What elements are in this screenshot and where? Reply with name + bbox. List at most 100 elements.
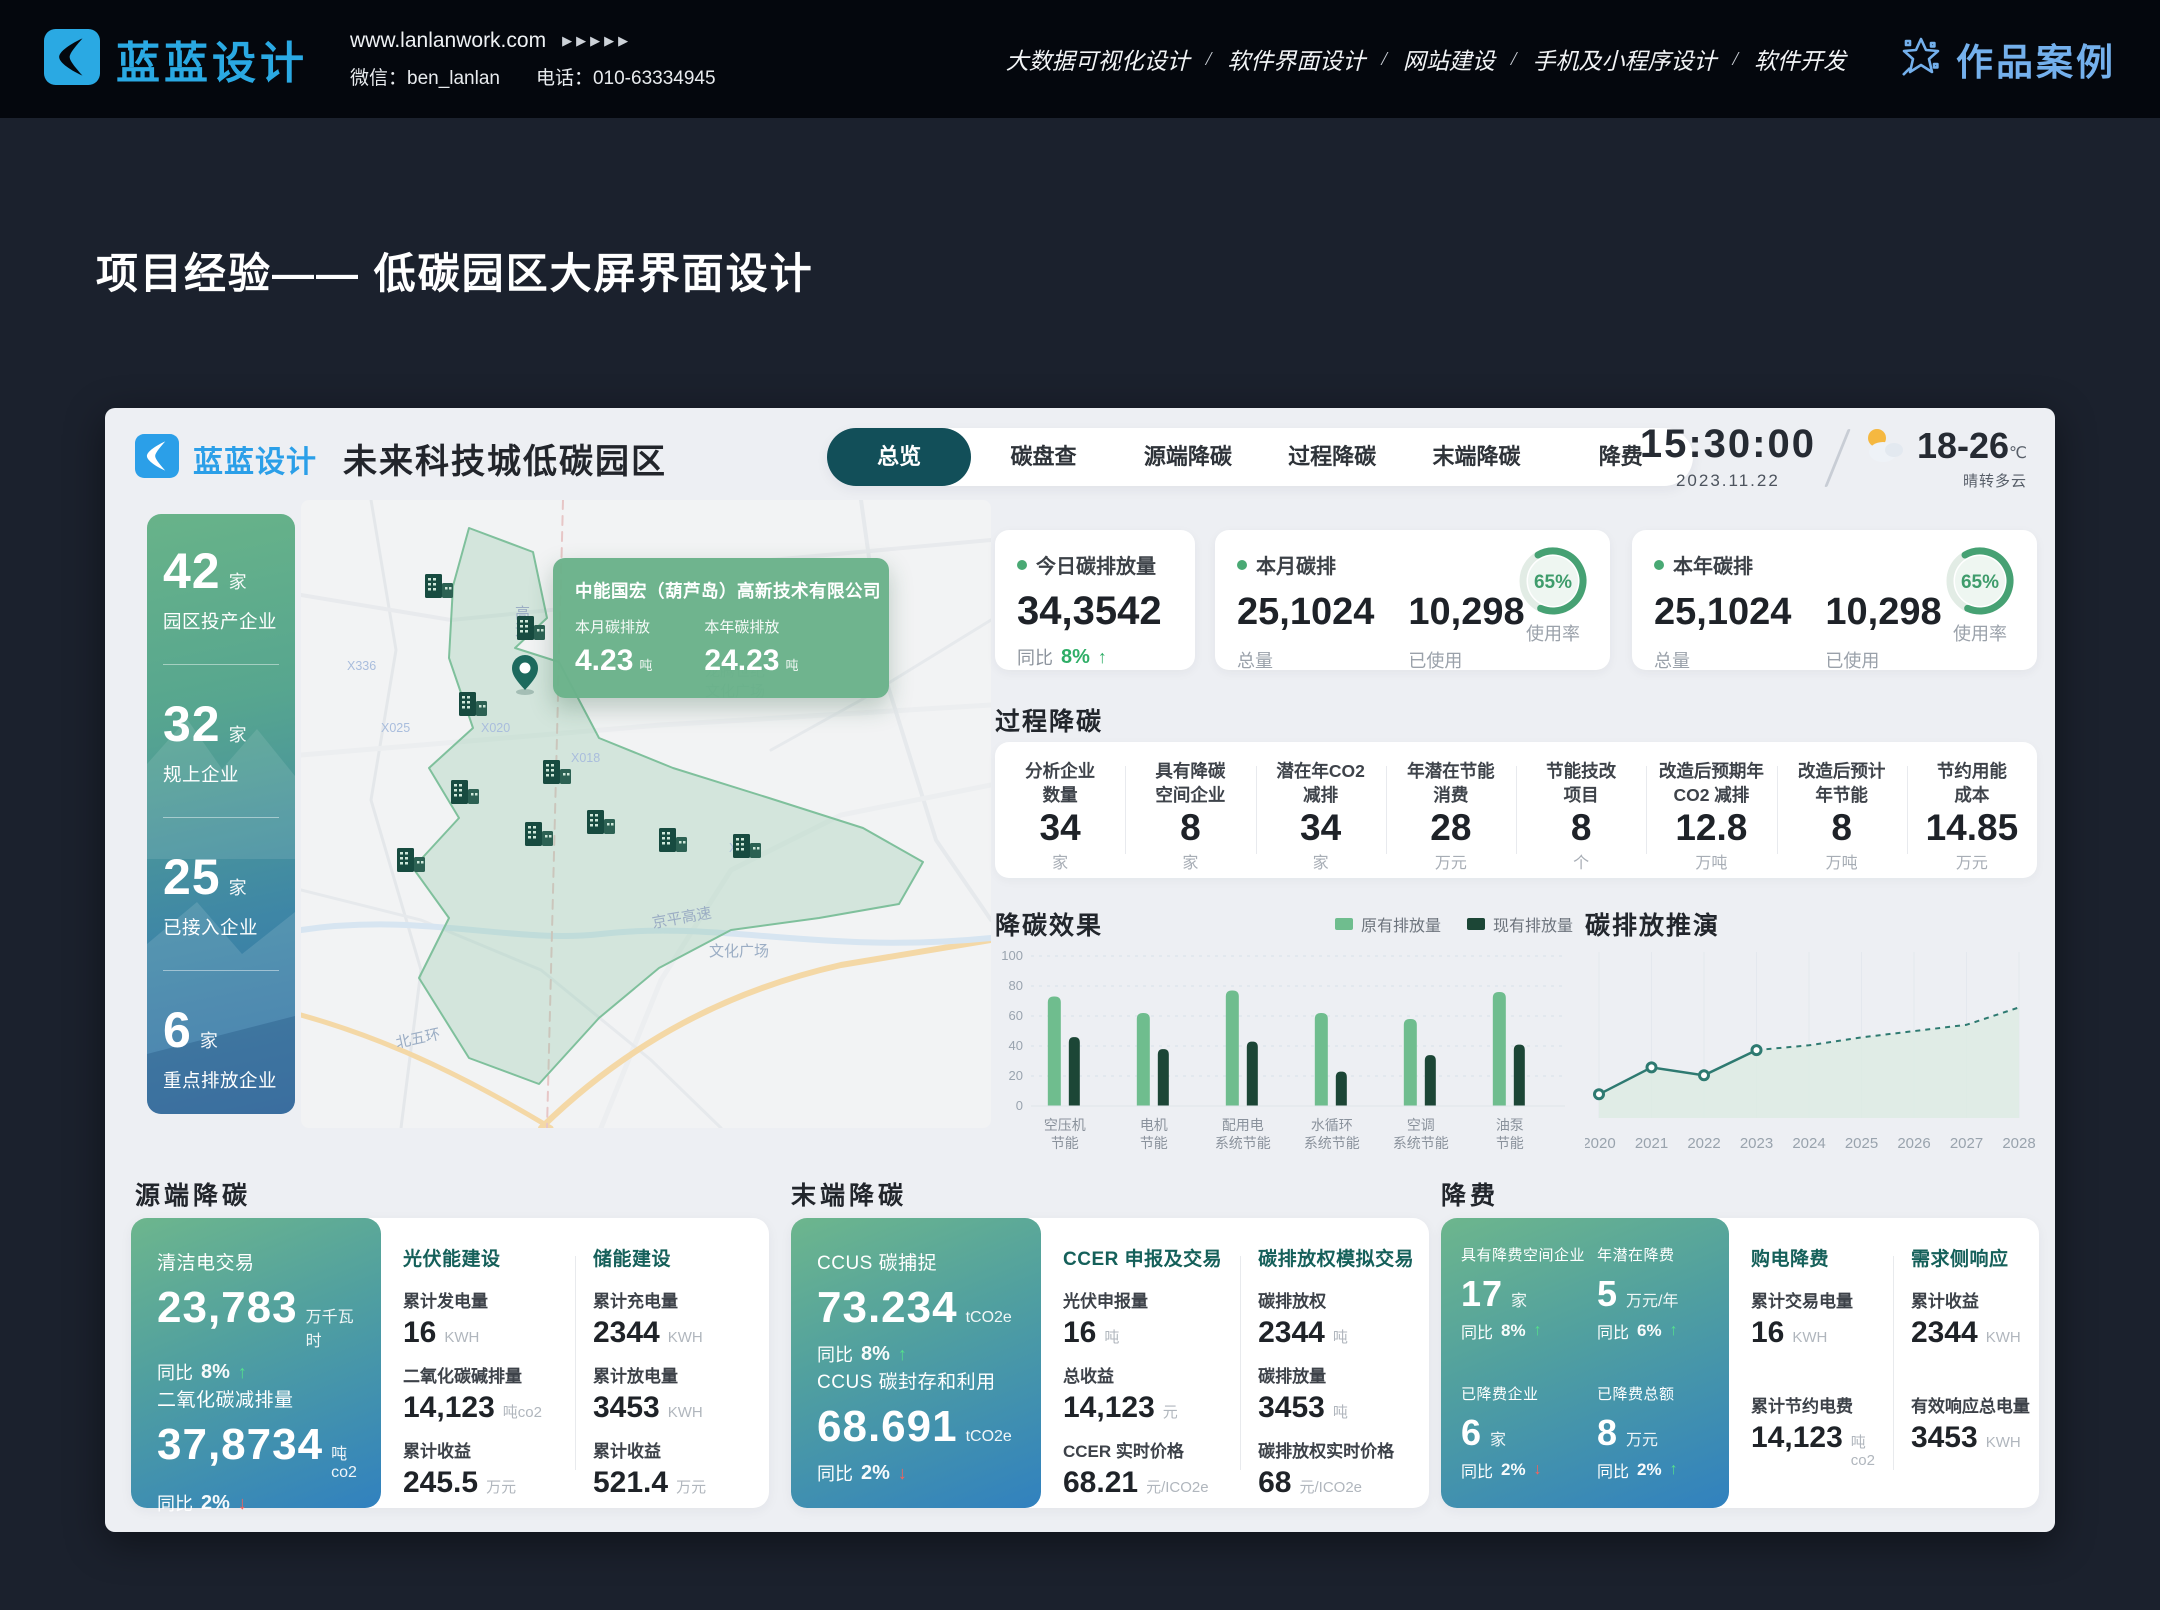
metric-column: 光伏能建设 累计发电量 16KWH 二氧化碳碱排量 14,123吨co2 累计收… <box>385 1244 575 1482</box>
metric-unit: tCO2e <box>966 1428 1012 1446</box>
portfolio-label[interactable]: 作品案例 <box>1956 32 2116 86</box>
trend-arrow-icon: ↓ <box>898 1463 907 1484</box>
metric-unit: 吨 <box>639 655 652 674</box>
nav-tabs: 总览碳盘查源端降碳过程降碳末端降碳降费 <box>827 428 1693 486</box>
metric-item: 累计交易电量 16KWH <box>1751 1287 1875 1350</box>
metric-value: 68.21 <box>1063 1466 1138 1500</box>
metric-label: 累计发电量 <box>403 1287 557 1312</box>
kpi-card-month-emission: 本月碳排 25,1024总量 10,298已使用 65%使用率 <box>1215 530 1610 670</box>
tooltip-metric: 本月碳排放 4.23吨 <box>575 616 652 678</box>
nav-tab-0[interactable]: 总览 <box>827 428 971 486</box>
metric-item: 累计发电量 16KWH <box>403 1287 557 1350</box>
metric-label: 累计收益 <box>403 1437 557 1462</box>
portfolio-link[interactable]: 作品案例 <box>1898 32 2116 86</box>
metric-item: CCER 实时价格 68.21元/ICO2e <box>1063 1437 1222 1500</box>
top-header-bar: 蓝蓝设计 www.lanlanwork.com ▶▶▶▶▶ 微信：ben_lan… <box>0 0 2160 118</box>
kpi-usage-rate: 65%使用率 <box>1941 542 2019 646</box>
metric-label: 本月碳排放 <box>575 616 652 637</box>
clock-weather-block: 15:30:00 2023.11.22 18-26℃ 晴转多云 <box>1640 424 2027 491</box>
line-chart-title: 碳排放推演 <box>1585 906 1720 942</box>
metric-column: 购电降费 累计交易电量 16KWH 累计节约电费 14,123吨co2 <box>1733 1244 1893 1482</box>
metric-label: 具有降费空间企业 <box>1461 1244 1585 1265</box>
metric-item: 碳排放权实时价格 68元/ICO2e <box>1258 1437 1414 1500</box>
nav-tab-4[interactable]: 末端降碳 <box>1404 428 1548 486</box>
metric-unit: KWH <box>668 1404 703 1421</box>
nav-tab-1[interactable]: 碳盘查 <box>971 428 1115 486</box>
stat-unit: 万元 <box>1435 849 1467 873</box>
park-map[interactable]: 龙腾世纪文化广场高速X336X025X020X018X318京平高速文化广场北五… <box>301 500 991 1128</box>
metric-label: 有效响应总电量 <box>1911 1392 2030 1417</box>
svg-text:80: 80 <box>1009 978 1023 993</box>
sun-cloud-icon <box>1859 424 1907 475</box>
separator: / <box>1381 48 1387 71</box>
dashboard-title: 未来科技城低碳园区 <box>343 434 667 483</box>
svg-text:油泵: 油泵 <box>1496 1117 1524 1133</box>
separator: / <box>1511 48 1517 71</box>
dashboard-brand-name: 蓝蓝设计 <box>193 437 317 481</box>
metric-label: 累计收益 <box>593 1437 747 1462</box>
nav-tab-2[interactable]: 源端降碳 <box>1116 428 1260 486</box>
stat-label: 潜在年CO2减排 <box>1276 760 1364 807</box>
svg-text:20: 20 <box>1009 1068 1023 1083</box>
metric-item: 累计节约电费 14,123吨co2 <box>1751 1392 1875 1469</box>
stat-value: 34 <box>1040 807 1081 849</box>
stat-unit: 家 <box>1313 849 1329 873</box>
metric-label: 年潜在降费 <box>1597 1244 1709 1265</box>
process-stat: 具有降碳空间企业 8 家 <box>1125 758 1255 862</box>
usage-donut: 65% <box>1514 542 1592 620</box>
dashboard-logo-icon <box>135 434 179 483</box>
hero-metric: 二氧化碳减排量 37,8734吨co2 同比2%↓ <box>157 1385 355 1516</box>
metric-unit: 万元/年 <box>1626 1287 1678 1311</box>
metric-label: 已降费企业 <box>1461 1383 1585 1404</box>
process-stat: 节约用能成本 14.85 万元 <box>1907 758 2037 862</box>
status-dot <box>1017 560 1027 570</box>
column-title: 碳排放权模拟交易 <box>1258 1244 1414 1271</box>
stat-value: 8 <box>1571 807 1592 849</box>
process-stat: 改造后预期年CO2 减排 12.8 万吨 <box>1646 758 1776 862</box>
svg-text:水循环: 水循环 <box>1311 1117 1353 1133</box>
metric-unit: 元/ICO2e <box>1300 1476 1363 1497</box>
source-hero-card: 清洁电交易 23,783万千瓦时 同比8%↑二氧化碳减排量 37,8734吨co… <box>131 1218 381 1508</box>
metric-unit: 吨 <box>785 655 798 674</box>
website-link[interactable]: www.lanlanwork.com <box>350 29 546 53</box>
metric-label: 碳排放权实时价格 <box>1258 1437 1414 1462</box>
stat-label: 改造后预期年CO2 减排 <box>1659 760 1764 807</box>
metric-item: 光伏申报量 16吨 <box>1063 1287 1222 1350</box>
metric-item: 总收益 14,123元 <box>1063 1362 1222 1425</box>
metric-value: 24.23 <box>704 644 779 678</box>
source-reduction-card: 清洁电交易 23,783万千瓦时 同比8%↑二氧化碳减排量 37,8734吨co… <box>131 1218 769 1508</box>
metric-column: CCER 申报及交易 光伏申报量 16吨 总收益 14,123元 CCER 实时… <box>1045 1244 1240 1482</box>
metric-value: 68.691 <box>817 1402 958 1452</box>
kpi-value: 34,3542 <box>1017 589 1173 634</box>
metric-unit: 家 <box>1511 1287 1527 1311</box>
metric-value: 37,8734 <box>157 1420 323 1470</box>
svg-text:2025: 2025 <box>1845 1135 1878 1152</box>
metric-label: CCER 实时价格 <box>1063 1437 1222 1462</box>
dashboard-screenshot: 蓝蓝设计 未来科技城低碳园区 总览碳盘查源端降碳过程降碳末端降碳降费 15:30… <box>105 408 2055 1532</box>
stat-unit: 个 <box>1573 849 1589 873</box>
svg-text:40: 40 <box>1009 1038 1023 1053</box>
metric-unit: 吨 <box>1104 1326 1119 1347</box>
lanlan-logo[interactable]: 蓝蓝设计 <box>44 27 308 91</box>
metric-unit: 家 <box>1490 1426 1506 1450</box>
metric-item: 累计收益 521.4万元 <box>593 1437 747 1500</box>
kpi-stat-used: 10,298已使用 <box>1825 591 1941 673</box>
metric-label: 累计交易电量 <box>1751 1287 1875 1312</box>
stat-value: 8 <box>1180 807 1201 849</box>
stat-label: 年潜在节能消费 <box>1407 760 1495 807</box>
stat-value: 8 <box>1831 807 1852 849</box>
legend-swatch <box>1335 918 1353 930</box>
metric-yoy: 同比8%↑ <box>157 1359 355 1385</box>
metric-value: 17 <box>1461 1273 1503 1315</box>
bar-chart-legend: 原有排放量现有排放量 <box>1255 912 1573 936</box>
stat-unit: 家 <box>1182 849 1198 873</box>
service-item: 软件开发 <box>1754 42 1846 76</box>
kpi-stat-used: 10,298已使用 <box>1408 591 1524 673</box>
metric-value: 14,123 <box>1751 1421 1843 1455</box>
kpi-title: 本月碳排 <box>1256 550 1336 579</box>
nav-tab-3[interactable]: 过程降碳 <box>1260 428 1404 486</box>
stat-unit: 家 <box>229 568 247 594</box>
metric-label: 累计收益 <box>1911 1287 2030 1312</box>
process-stat: 节能技改项目 8 个 <box>1516 758 1646 862</box>
stat-value: 6 <box>163 1001 192 1059</box>
